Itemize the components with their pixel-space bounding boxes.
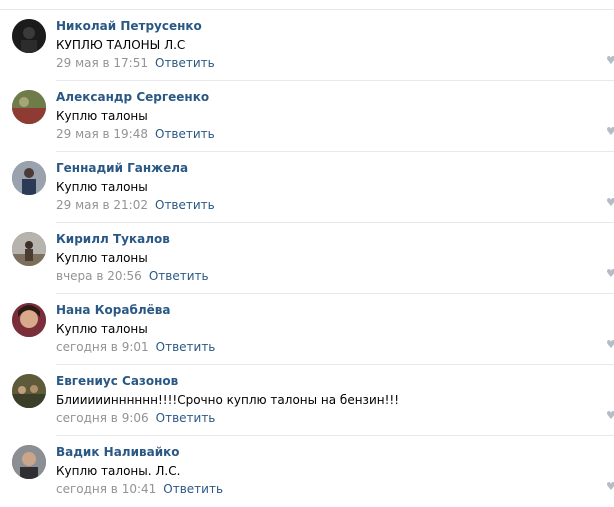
reply-link[interactable]: Ответить bbox=[156, 340, 216, 354]
comment-meta: 29 мая в 19:48 Ответить bbox=[56, 127, 215, 141]
comment-meta: сегодня в 9:01 Ответить bbox=[56, 340, 215, 354]
comment-meta: сегодня в 10:41 Ответить bbox=[56, 482, 223, 496]
comment-date[interactable]: 29 мая в 21:02 bbox=[56, 198, 148, 212]
avatar[interactable] bbox=[12, 445, 46, 479]
comment-text: Куплю талоны bbox=[56, 109, 148, 123]
comment-text: КУПЛЮ ТАЛОНЫ Л.С bbox=[56, 38, 186, 52]
comment-item: Кирилл Тукалов Куплю талоны вчера в 20:5… bbox=[0, 223, 614, 294]
like-icon[interactable]: ♥ bbox=[606, 197, 614, 209]
comment-item: Николай Петрусенко КУПЛЮ ТАЛОНЫ Л.С 29 м… bbox=[0, 10, 614, 81]
comments-list: Николай Петрусенко КУПЛЮ ТАЛОНЫ Л.С 29 м… bbox=[0, 10, 614, 507]
avatar[interactable] bbox=[12, 90, 46, 124]
comment-text: Куплю талоны bbox=[56, 180, 148, 194]
reply-link[interactable]: Ответить bbox=[149, 269, 209, 283]
comment-author-link[interactable]: Александр Сергеенко bbox=[56, 90, 209, 104]
like-icon[interactable]: ♥ bbox=[606, 268, 614, 280]
like-icon[interactable]: ♥ bbox=[606, 481, 614, 493]
reply-link[interactable]: Ответить bbox=[163, 482, 223, 496]
comment-author-link[interactable]: Вадик Наливайко bbox=[56, 445, 180, 459]
comment-item: Евгениус Сазонов Блииииинннннн!!!!Срочно… bbox=[0, 365, 614, 436]
avatar[interactable] bbox=[12, 161, 46, 195]
reply-link[interactable]: Ответить bbox=[156, 411, 216, 425]
comment-meta: 29 мая в 21:02 Ответить bbox=[56, 198, 215, 212]
comment-date[interactable]: вчера в 20:56 bbox=[56, 269, 142, 283]
comment-item: Нана Кораблёва Куплю талоны сегодня в 9:… bbox=[0, 294, 614, 365]
like-icon[interactable]: ♥ bbox=[606, 339, 614, 351]
avatar[interactable] bbox=[12, 232, 46, 266]
reply-link[interactable]: Ответить bbox=[155, 56, 215, 70]
comment-author-link[interactable]: Николай Петрусенко bbox=[56, 19, 202, 33]
comment-meta: вчера в 20:56 Ответить bbox=[56, 269, 209, 283]
comment-item: Вадик Наливайко Куплю талоны. Л.С. сегод… bbox=[0, 436, 614, 507]
avatar[interactable] bbox=[12, 374, 46, 408]
comment-text: Куплю талоны bbox=[56, 251, 148, 265]
comment-author-link[interactable]: Кирилл Тукалов bbox=[56, 232, 170, 246]
reply-link[interactable]: Ответить bbox=[155, 198, 215, 212]
comment-meta: 29 мая в 17:51 Ответить bbox=[56, 56, 215, 70]
comment-text: Куплю талоны bbox=[56, 322, 148, 336]
comment-date[interactable]: сегодня в 10:41 bbox=[56, 482, 156, 496]
comment-date[interactable]: 29 мая в 19:48 bbox=[56, 127, 148, 141]
comment-text: Блииииинннннн!!!!Срочно куплю талоны на … bbox=[56, 393, 400, 407]
avatar[interactable] bbox=[12, 19, 46, 53]
comment-author-link[interactable]: Геннадий Ганжела bbox=[56, 161, 188, 175]
comment-item: Геннадий Ганжела Куплю талоны 29 мая в 2… bbox=[0, 152, 614, 223]
comment-text: Куплю талоны. Л.С. bbox=[56, 464, 181, 478]
comment-date[interactable]: сегодня в 9:01 bbox=[56, 340, 149, 354]
comment-date[interactable]: сегодня в 9:06 bbox=[56, 411, 149, 425]
comment-date[interactable]: 29 мая в 17:51 bbox=[56, 56, 148, 70]
like-icon[interactable]: ♥ bbox=[606, 410, 614, 422]
like-icon[interactable]: ♥ bbox=[606, 55, 614, 67]
reply-link[interactable]: Ответить bbox=[155, 127, 215, 141]
comment-meta: сегодня в 9:06 Ответить bbox=[56, 411, 215, 425]
avatar[interactable] bbox=[12, 303, 46, 337]
like-icon[interactable]: ♥ bbox=[606, 126, 614, 138]
comment-item: Александр Сергеенко Куплю талоны 29 мая … bbox=[0, 81, 614, 152]
comment-author-link[interactable]: Нана Кораблёва bbox=[56, 303, 170, 317]
comment-author-link[interactable]: Евгениус Сазонов bbox=[56, 374, 178, 388]
